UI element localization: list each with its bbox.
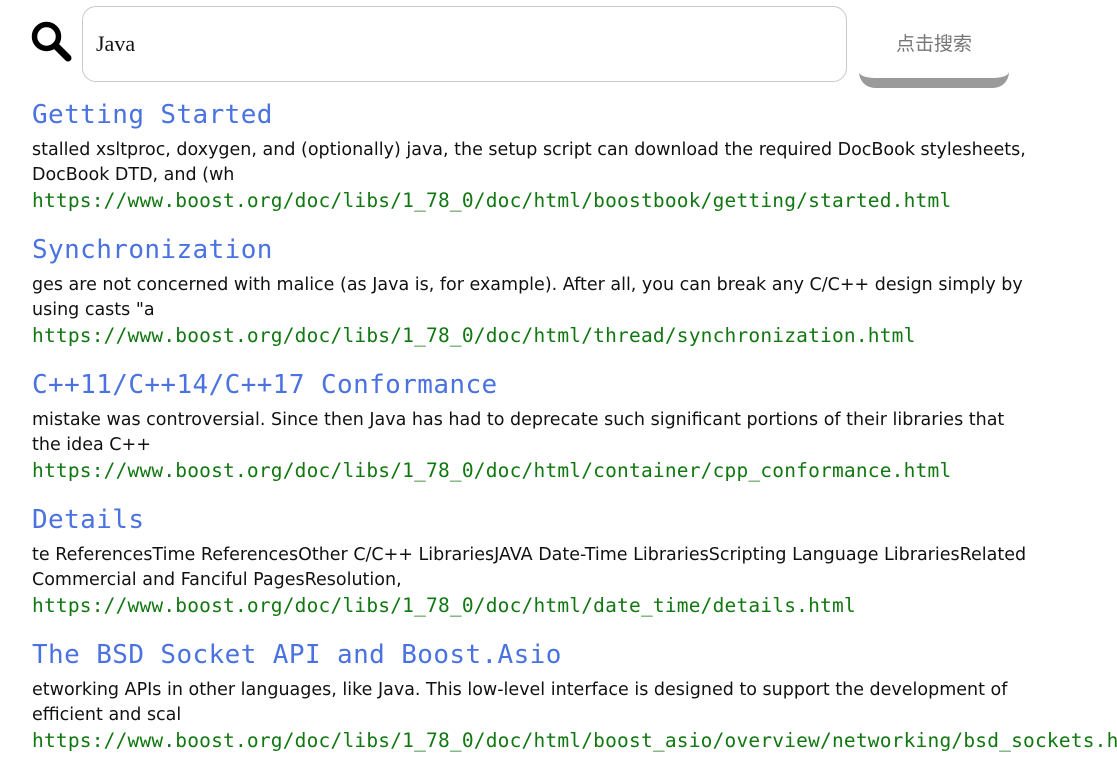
result-title-link[interactable]: The BSD Socket API and Boost.Asio [32,636,1117,674]
result-url-link[interactable]: https://www.boost.org/doc/libs/1_78_0/do… [32,458,1117,484]
result-snippet: te ReferencesTime ReferencesOther C/C++ … [32,545,1027,590]
result-item: C++11/C++14/C++17 Conformance mistake wa… [32,366,1117,501]
search-button[interactable]: 点击搜索 [859,6,1009,88]
result-snippet: stalled xsltproc, doxygen, and (optional… [32,140,1026,185]
search-input[interactable] [82,6,847,82]
result-url-link[interactable]: https://www.boost.org/doc/libs/1_78_0/do… [32,728,1117,754]
result-item: Getting Started stalled xsltproc, doxyge… [32,96,1117,231]
result-item: Synchronization ges are not concerned wi… [32,231,1117,366]
result-title-link[interactable]: Synchronization [32,231,1117,269]
result-item: Details te ReferencesTime ReferencesOthe… [32,501,1117,636]
result-snippet: mistake was controversial. Since then Ja… [32,410,1005,455]
result-snippet: ges are not concerned with malice (as Ja… [32,275,1023,320]
search-results: Getting Started stalled xsltproc, doxyge… [32,96,1117,769]
result-url-link[interactable]: https://www.boost.org/doc/libs/1_78_0/do… [32,323,1117,349]
result-snippet: etworking APIs in other languages, like … [32,680,1008,725]
result-title-link[interactable]: Getting Started [32,96,1117,134]
result-title-link[interactable]: Details [32,501,1117,539]
result-url-link[interactable]: https://www.boost.org/doc/libs/1_78_0/do… [32,188,1117,214]
result-item: The BSD Socket API and Boost.Asio etwork… [32,636,1117,769]
result-url-link[interactable]: https://www.boost.org/doc/libs/1_78_0/do… [32,593,1117,619]
search-icon[interactable] [30,20,72,62]
result-title-link[interactable]: C++11/C++14/C++17 Conformance [32,366,1117,404]
